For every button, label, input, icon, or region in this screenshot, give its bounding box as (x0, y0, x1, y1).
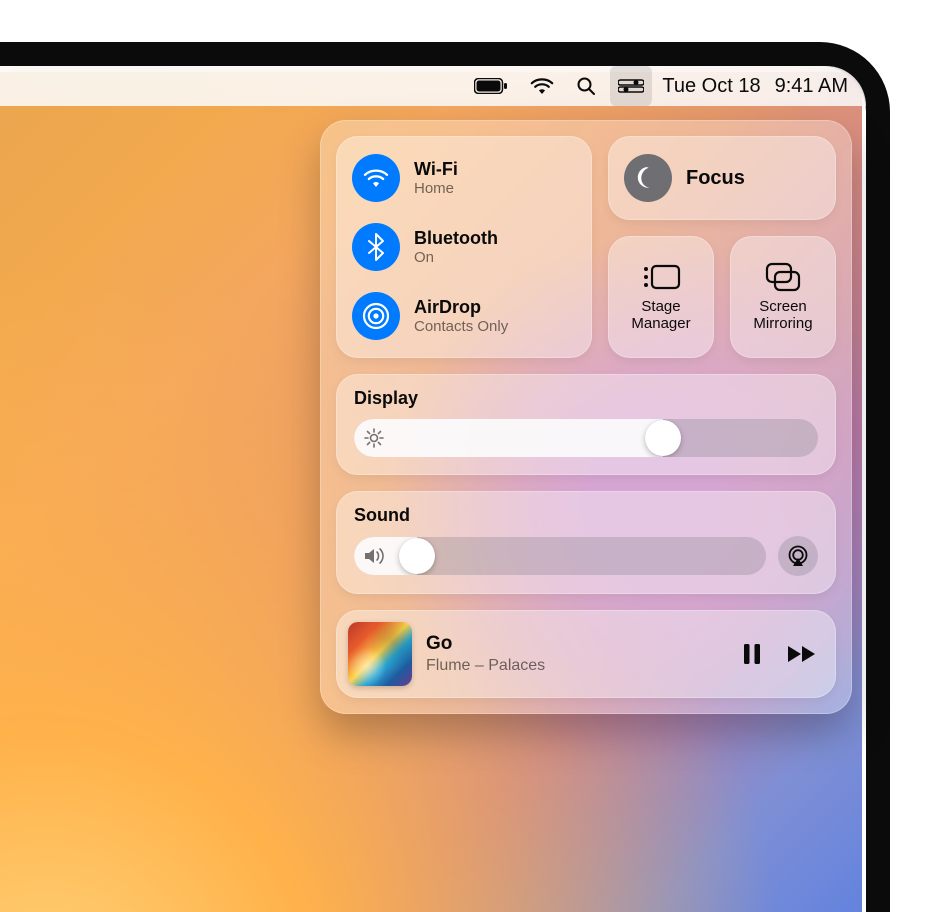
device-bezel-right (862, 0, 932, 912)
brightness-icon (364, 428, 384, 448)
screen-mirroring-icon (763, 262, 803, 292)
wifi-icon (352, 154, 400, 202)
volume-icon (364, 547, 386, 565)
screen-mirroring-label: Screen Mirroring (753, 298, 812, 333)
menubar-time[interactable]: 9:41 AM (771, 66, 852, 106)
menubar-battery-icon[interactable] (466, 66, 516, 106)
airdrop-icon (352, 292, 400, 340)
wifi-label: Wi-Fi (414, 159, 458, 180)
bluetooth-icon (352, 223, 400, 271)
bluetooth-toggle[interactable]: Bluetooth On (350, 217, 578, 277)
sound-card: Sound (336, 491, 836, 594)
next-track-button[interactable] (782, 634, 822, 674)
stage-manager-icon (641, 262, 681, 292)
airdrop-status: Contacts Only (414, 318, 508, 335)
menubar-spotlight-icon[interactable] (568, 66, 604, 106)
airdrop-toggle[interactable]: AirDrop Contacts Only (350, 286, 578, 346)
now-playing-subtitle: Flume – Palaces (426, 656, 718, 675)
connectivity-card: Wi-Fi Home Bluetooth On (336, 136, 592, 358)
moon-icon (624, 154, 672, 202)
device-bezel-top (0, 0, 932, 72)
focus-toggle[interactable]: Focus (608, 136, 836, 220)
now-playing-title: Go (426, 633, 718, 656)
screen-mirroring-toggle[interactable]: Screen Mirroring (730, 236, 836, 358)
wifi-toggle[interactable]: Wi-Fi Home (350, 148, 578, 208)
airplay-audio-button[interactable] (778, 536, 818, 576)
display-card: Display (336, 374, 836, 475)
focus-label: Focus (686, 167, 745, 190)
control-center-panel: Wi-Fi Home Bluetooth On (320, 120, 852, 714)
pause-icon (742, 643, 762, 665)
bluetooth-status: On (414, 249, 498, 266)
forward-icon (787, 645, 817, 663)
airplay-icon (786, 545, 810, 567)
album-artwork (348, 622, 412, 686)
bluetooth-label: Bluetooth (414, 228, 498, 249)
sound-label: Sound (354, 505, 818, 526)
sound-volume-slider[interactable] (354, 537, 766, 575)
display-brightness-slider[interactable] (354, 419, 818, 457)
display-label: Display (354, 388, 818, 409)
menubar: Tue Oct 18 9:41 AM (0, 66, 866, 106)
menubar-date[interactable]: Tue Oct 18 (658, 66, 764, 106)
menubar-wifi-icon[interactable] (522, 66, 562, 106)
play-pause-button[interactable] (732, 634, 772, 674)
menubar-control-center-icon[interactable] (610, 66, 652, 106)
now-playing-card[interactable]: Go Flume – Palaces (336, 610, 836, 698)
stage-manager-label: Stage Manager (631, 298, 690, 333)
stage-manager-toggle[interactable]: Stage Manager (608, 236, 714, 358)
airdrop-label: AirDrop (414, 297, 508, 318)
wifi-status: Home (414, 180, 458, 197)
